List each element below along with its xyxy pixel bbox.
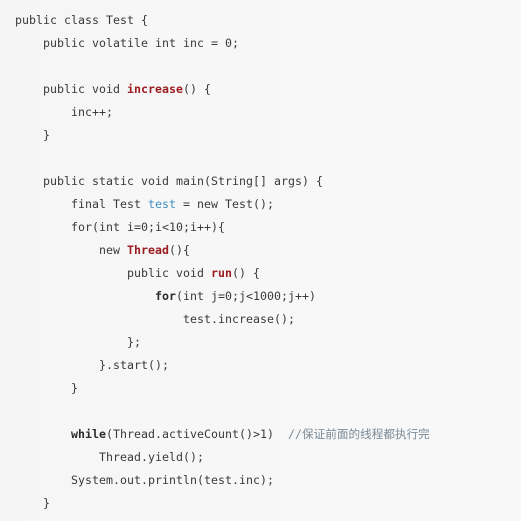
code-line[interactable]: public class Test { [0, 9, 521, 32]
code-token-plain: inc++; [15, 105, 114, 119]
code-token-plain: } [15, 496, 51, 510]
code-line[interactable]: inc++; [0, 101, 521, 124]
code-line[interactable]: } [0, 124, 521, 147]
code-line[interactable]: public volatile int inc = 0; [0, 32, 521, 55]
code-token-plain: System.out.println(test.inc); [15, 473, 275, 487]
code-token-plain: () { [232, 266, 261, 280]
code-line[interactable]: while(Thread.activeCount()>1) //保证前面的线程都… [0, 423, 521, 446]
code-line[interactable]: new Thread(){ [0, 239, 521, 262]
code-token-plain: public volatile int inc = 0; [15, 36, 240, 50]
code-line[interactable]: for(int j=0;j<1000;j++) [0, 285, 521, 308]
code-token-plain: Thread.yield(); [15, 450, 205, 464]
code-token-plain: test.increase(); [15, 312, 296, 326]
code-token-plain: (int j=0;j<1000;j++) [176, 289, 317, 303]
code-token-method: increase [127, 82, 184, 96]
code-token-kw: for [155, 289, 177, 303]
code-token-plain: (){ [169, 243, 191, 257]
code-token-plain: (Thread.activeCount()>1) [106, 427, 289, 441]
code-line[interactable]: }; [0, 331, 521, 354]
code-line[interactable]: test.increase(); [0, 308, 521, 331]
code-token-comment: //保证前面的线程都执行完 [288, 427, 430, 441]
code-line-blank[interactable] [0, 55, 521, 78]
code-token-method: run [211, 266, 233, 280]
code-token-plain: } [15, 128, 51, 142]
code-token-kw: while [71, 427, 107, 441]
code-line-blank[interactable] [0, 147, 521, 170]
code-line[interactable]: public static void main(String[] args) { [0, 170, 521, 193]
code-token-var: test [148, 197, 177, 211]
code-token-plain: } [15, 381, 79, 395]
code-token-plain: public void [15, 82, 128, 96]
code-line[interactable]: for(int i=0;i<10;i++){ [0, 216, 521, 239]
code-token-plain: public class Test { [15, 13, 149, 27]
code-token-type: Thread [127, 243, 170, 257]
code-block[interactable]: public class Test { public volatile int … [0, 0, 521, 521]
code-line[interactable]: final Test test = new Test(); [0, 193, 521, 216]
code-token-plain: = new Test(); [176, 197, 275, 211]
code-token-plain: () { [183, 82, 212, 96]
code-token-plain: }.start(); [15, 358, 170, 372]
code-token-plain: public void [15, 266, 212, 280]
code-line[interactable]: }.start(); [0, 354, 521, 377]
code-token-plain: }; [15, 335, 142, 349]
code-line[interactable]: public void increase() { [0, 78, 521, 101]
code-line[interactable]: System.out.println(test.inc); [0, 469, 521, 492]
code-line-blank[interactable] [0, 400, 521, 423]
code-line[interactable]: public void run() { [0, 262, 521, 285]
code-line[interactable]: Thread.yield(); [0, 446, 521, 469]
code-line[interactable]: } [0, 492, 521, 515]
code-token-plain: public static void main(String[] args) { [15, 174, 324, 188]
code-line[interactable]: } [0, 377, 521, 400]
code-token-plain: new [15, 243, 128, 257]
code-token-plain: final Test [15, 197, 149, 211]
code-token-plain: for(int i=0;i<10;i++){ [15, 220, 226, 234]
